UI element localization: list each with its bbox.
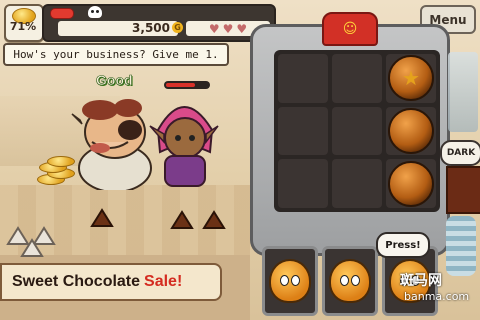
score-value: 3,500	[58, 21, 178, 36]
patience-meter-fill	[166, 83, 196, 87]
rating-label: Good	[96, 72, 133, 89]
heart-icon: ♥	[236, 21, 248, 36]
chocolate-ball-icon: ★	[388, 55, 434, 102]
press-prompt[interactable]: Press!	[376, 232, 430, 258]
grid-cell[interactable]	[278, 106, 328, 156]
banner-title: Sweet Chocolate	[12, 273, 141, 290]
star-icon: ★	[402, 66, 420, 91]
heart-icon: ♥	[222, 21, 234, 36]
grid-cell[interactable]	[332, 106, 382, 156]
watermark-url: banma.com	[404, 290, 470, 303]
heart-icon: ♥	[208, 21, 220, 36]
grid-cell[interactable]	[278, 159, 328, 208]
watermark-text: 斑马网	[400, 273, 442, 289]
white-chocolate-piece[interactable]	[18, 238, 46, 258]
banner-highlight: Sale!	[144, 273, 183, 290]
dark-label: DARK	[440, 140, 480, 166]
egg-creature-icon	[269, 259, 311, 303]
coin-pile[interactable]	[35, 154, 75, 188]
grid-cell[interactable]	[278, 54, 328, 103]
machine-grid: ★	[274, 50, 440, 212]
dark-chocolate-bin[interactable]	[446, 166, 480, 214]
grid-cell[interactable]	[332, 54, 382, 103]
progress-percent: 71%	[9, 20, 37, 33]
sale-banner: Sweet Chocolate Sale!	[0, 263, 222, 301]
customer-speech-bubble: How's your business? Give me 1.	[3, 43, 229, 66]
machine-spring	[446, 216, 476, 276]
gold-currency-icon: G	[172, 22, 183, 33]
grid-cell[interactable]	[386, 106, 436, 156]
egg-bin[interactable]	[262, 246, 318, 316]
ingredient-bottles	[448, 52, 478, 132]
grid-cell[interactable]	[332, 159, 382, 208]
alarm-light[interactable]: ☺	[322, 12, 378, 46]
chocolate-piece[interactable]	[200, 210, 228, 230]
chocolate-piece[interactable]	[88, 208, 116, 228]
smile-icon: ☺	[342, 21, 358, 37]
chocolate-ball-icon	[388, 160, 434, 207]
chocolate-piece[interactable]	[168, 210, 196, 230]
girl-customer[interactable]	[148, 90, 220, 190]
cow-customer[interactable]	[70, 90, 160, 190]
skull-icon	[88, 6, 102, 18]
egg-creature-icon	[329, 259, 371, 303]
chocolate-ball-icon	[388, 107, 434, 154]
grid-cell[interactable]: ★	[386, 54, 436, 103]
egg-bin[interactable]	[322, 246, 378, 316]
grid-cell[interactable]	[386, 159, 436, 208]
health-meter	[50, 8, 74, 19]
